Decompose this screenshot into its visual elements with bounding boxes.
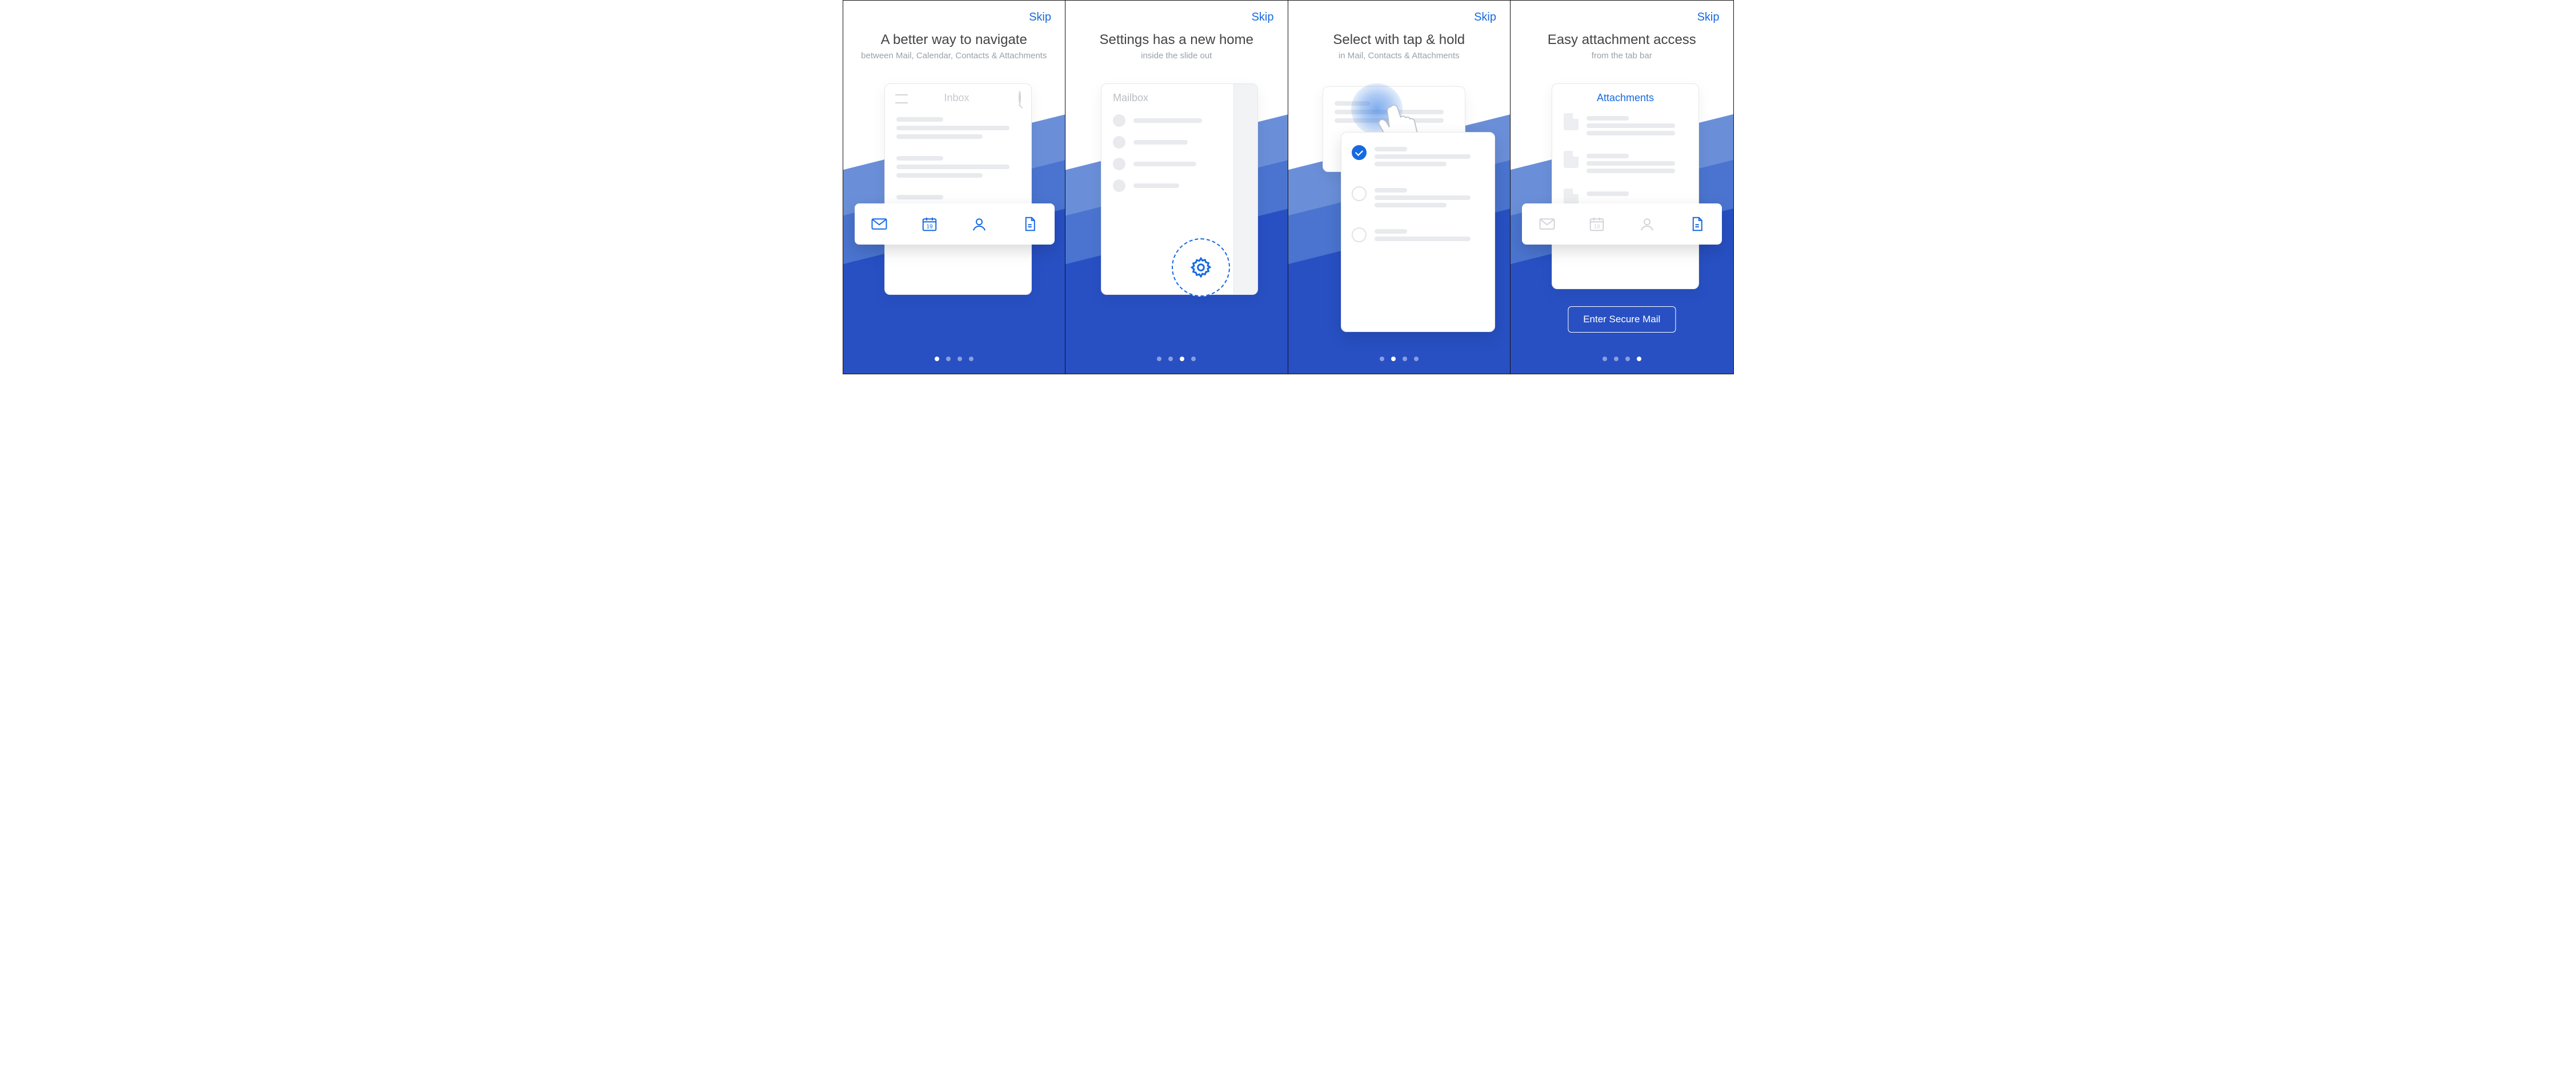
svg-text:19: 19 — [1594, 224, 1601, 230]
screen-subtitle: in Mail, Contacts & Attachments — [1288, 51, 1511, 61]
mail-icon[interactable] — [1539, 215, 1556, 233]
calendar-icon[interactable]: 19 — [921, 215, 938, 233]
file-image-icon — [1564, 151, 1579, 168]
onboarding-row: Skip A better way to navigate between Ma… — [843, 0, 1734, 374]
card-title: Attachments — [1552, 84, 1698, 109]
svg-text:19: 19 — [926, 224, 933, 230]
page-indicator — [1603, 357, 1641, 361]
screen-title: Select with tap & hold — [1288, 32, 1511, 48]
list-item[interactable] — [1352, 226, 1484, 244]
list-item[interactable] — [1352, 144, 1484, 169]
contacts-icon[interactable] — [1638, 215, 1656, 233]
skip-button[interactable]: Skip — [1474, 11, 1496, 24]
slide-out-strip — [1233, 84, 1257, 294]
enter-secure-mail-button[interactable]: Enter Secure Mail — [1568, 306, 1676, 333]
attachments-icon[interactable] — [1021, 215, 1038, 233]
attachment-row — [1552, 146, 1698, 184]
file-pdf-icon — [1564, 113, 1579, 130]
screen-title: Settings has a new home — [1065, 32, 1288, 48]
mail-icon[interactable] — [871, 215, 888, 233]
tab-bar: 19 — [855, 203, 1055, 245]
calendar-icon[interactable]: 19 — [1588, 215, 1605, 233]
onboarding-screen-3: Skip Select with tap & hold in Mail, Con… — [1288, 1, 1511, 374]
attachments-icon[interactable] — [1688, 215, 1705, 233]
card-title: Mailbox — [1112, 92, 1247, 104]
skip-button[interactable]: Skip — [1029, 11, 1051, 24]
preview-card-attachments: Attachments — [1552, 83, 1699, 289]
contacts-icon[interactable] — [971, 215, 988, 233]
list-item[interactable] — [1352, 185, 1484, 210]
screen-subtitle: from the tab bar — [1511, 51, 1733, 61]
search-icon — [1019, 92, 1021, 104]
tab-bar: 19 — [1522, 203, 1722, 245]
screen-subtitle: between Mail, Calendar, Contacts & Attac… — [843, 51, 1065, 61]
checkbox-checked-icon[interactable] — [1352, 145, 1367, 160]
page-indicator — [1157, 357, 1196, 361]
onboarding-screen-2: Skip Settings has a new home inside the … — [1065, 1, 1288, 374]
selection-popup — [1341, 132, 1495, 332]
screen-subtitle: inside the slide out — [1065, 51, 1288, 61]
checkbox-empty-icon[interactable] — [1352, 186, 1367, 201]
onboarding-screen-1: Skip A better way to navigate between Ma… — [843, 1, 1066, 374]
page-indicator — [1380, 357, 1419, 361]
skip-button[interactable]: Skip — [1697, 11, 1720, 24]
preview-card-inbox: Inbox — [884, 83, 1032, 295]
checkbox-empty-icon[interactable] — [1352, 227, 1367, 242]
onboarding-screen-4: Skip Easy attachment access from the tab… — [1511, 1, 1733, 374]
attachment-row — [1552, 109, 1698, 146]
tap-ripple — [1351, 83, 1403, 135]
page-indicator — [935, 357, 973, 361]
screen-title: Easy attachment access — [1511, 32, 1733, 48]
settings-icon[interactable] — [1172, 238, 1230, 297]
skip-button[interactable]: Skip — [1252, 11, 1274, 24]
screen-title: A better way to navigate — [843, 32, 1065, 48]
card-title: Inbox — [895, 92, 1019, 104]
